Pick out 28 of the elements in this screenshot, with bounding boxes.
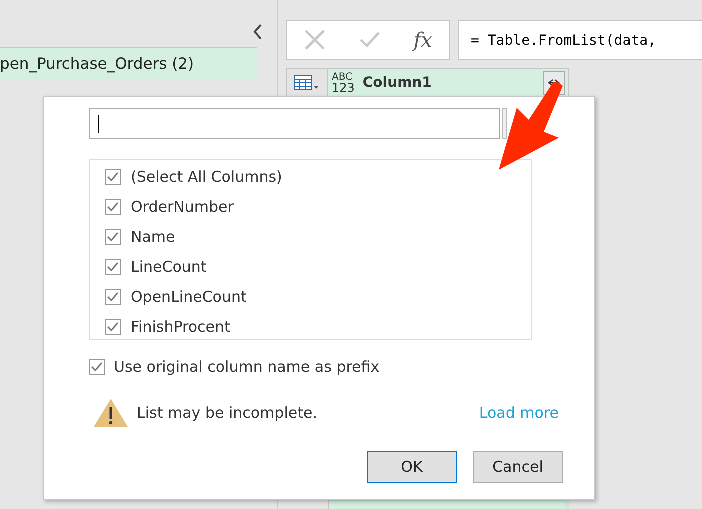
checkbox[interactable] [105, 319, 121, 335]
checkbox[interactable] [105, 229, 121, 245]
formula-field[interactable]: = Table.FromList(data, [458, 20, 702, 60]
checkbox[interactable] [105, 199, 121, 215]
check-icon[interactable] [358, 31, 381, 49]
type-icon[interactable]: ABC 123 [332, 72, 355, 94]
column-option[interactable]: OpenLineCount [131, 288, 247, 306]
warning-text: List may be incomplete. [137, 404, 318, 422]
query-item[interactable]: pen_Purchase_Orders (2) [0, 48, 257, 80]
table-icon [294, 75, 320, 91]
ok-button[interactable]: OK [367, 451, 457, 483]
column-option[interactable]: (Select All Columns) [131, 168, 282, 186]
checkbox[interactable] [105, 289, 121, 305]
column-option[interactable]: OrderNumber [131, 198, 234, 216]
checkbox[interactable] [105, 169, 121, 185]
warning-icon [93, 398, 129, 428]
column-option[interactable]: Name [131, 228, 176, 246]
column-option[interactable]: FinishProcent [131, 318, 230, 336]
table-menu-button[interactable] [286, 68, 328, 98]
search-field[interactable] [89, 108, 500, 139]
fx-label[interactable]: fx [414, 28, 432, 52]
checkbox[interactable] [105, 259, 121, 275]
cancel-button[interactable]: Cancel [473, 451, 563, 483]
prefix-option[interactable]: Use original column name as prefix [114, 358, 380, 376]
checkbox[interactable] [89, 359, 105, 375]
expand-icon [547, 78, 561, 88]
column-option[interactable]: LineCount [131, 258, 207, 276]
collapse-icon[interactable] [253, 24, 263, 40]
